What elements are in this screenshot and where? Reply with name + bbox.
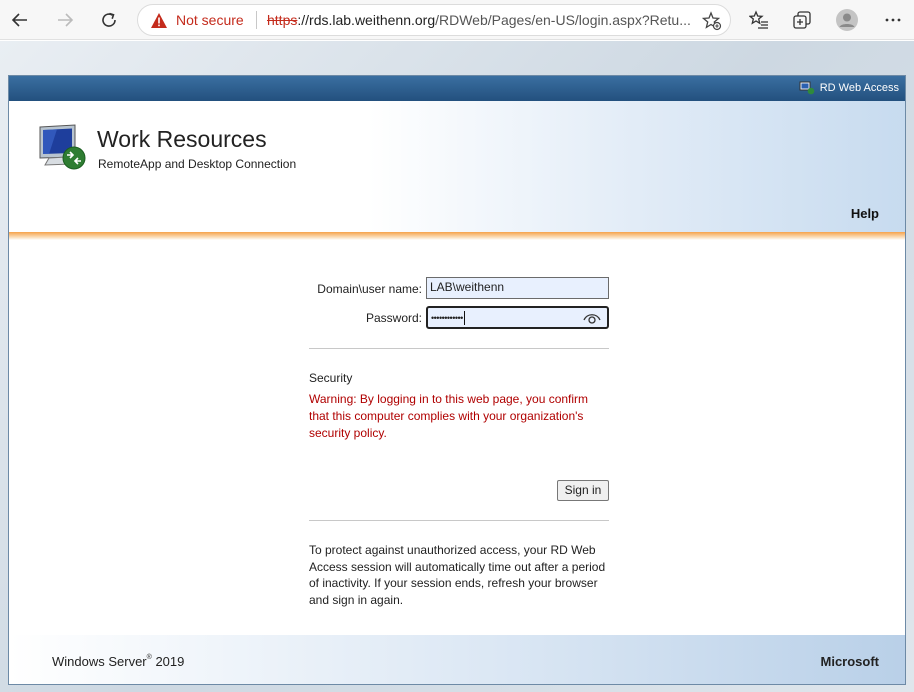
url-scheme: https <box>267 12 298 28</box>
collections-icon <box>793 11 811 29</box>
rdweb-frame: RD Web Access Work Resources RemoteApp a… <box>8 75 906 685</box>
reveal-password-icon[interactable] <box>583 311 601 328</box>
security-heading: Security <box>309 371 353 385</box>
settings-more-button[interactable] <box>878 5 908 35</box>
url-path: /RDWeb/Pages/en-US/login.aspx?Retu... <box>435 12 691 28</box>
username-input[interactable]: LAB\weithenn <box>426 277 609 299</box>
help-link[interactable]: Help <box>851 206 879 221</box>
remote-desktop-logo-icon <box>37 123 89 175</box>
rdweb-footer: Windows Server® 2019 Microsoft <box>9 635 905 684</box>
forward-button[interactable] <box>50 5 80 35</box>
password-input[interactable]: •••••••••••• <box>426 306 609 329</box>
favorites-button[interactable] <box>744 5 774 35</box>
windows-server-version: 2019 <box>155 654 185 669</box>
refresh-icon <box>102 12 116 27</box>
divider-top <box>309 348 609 349</box>
windows-server-label: Windows Server® 2019 <box>52 654 185 669</box>
rd-web-access-icon <box>799 81 815 95</box>
password-mask: •••••••••••• <box>431 313 463 323</box>
add-favorite-icon[interactable] <box>701 11 722 35</box>
security-status-label[interactable]: Not secure <box>176 12 244 28</box>
back-button[interactable] <box>5 5 35 35</box>
text-cursor <box>463 310 465 325</box>
refresh-button[interactable] <box>94 5 124 35</box>
security-warning-text: Warning: By logging in to this web page,… <box>309 392 589 440</box>
header-accent-bar <box>9 232 905 240</box>
page-title: Work Resources <box>97 126 267 152</box>
page-subtitle: RemoteApp and Desktop Connection <box>98 157 297 171</box>
collections-button[interactable] <box>787 5 817 35</box>
address-separator <box>256 11 257 29</box>
url-host: ://rds.lab.weithenn.org <box>297 12 436 28</box>
rdweb-top-bar: RD Web Access <box>9 76 905 101</box>
rdweb-header: Work Resources RemoteApp and Desktop Con… <box>9 101 905 232</box>
favorites-list-icon <box>749 10 768 29</box>
divider-bottom <box>309 520 609 521</box>
password-label: Password: <box>365 311 422 325</box>
profile-button[interactable] <box>832 5 862 35</box>
rd-web-access-link[interactable]: RD Web Access <box>799 81 899 95</box>
microsoft-logo-text: Microsoft <box>820 654 880 669</box>
ellipsis-icon <box>885 18 901 22</box>
url-text[interactable]: https://rds.lab.weithenn.org/RDWeb/Pages… <box>267 12 692 28</box>
username-label: Domain\user name: <box>317 282 422 296</box>
avatar-icon <box>836 9 858 31</box>
back-arrow-icon <box>11 13 27 27</box>
warning-triangle-icon[interactable] <box>150 12 168 33</box>
session-timeout-info: To protect against unauthorized access, … <box>309 543 606 607</box>
browser-toolbar: Not secure https://rds.lab.weithenn.org/… <box>0 0 914 40</box>
sign-in-button[interactable]: Sign in <box>557 480 609 501</box>
forward-arrow-icon <box>58 13 74 27</box>
rd-web-access-label: RD Web Access <box>819 82 899 94</box>
windows-server-product: Windows Server <box>52 654 147 669</box>
address-bar[interactable]: Not secure https://rds.lab.weithenn.org/… <box>137 4 731 36</box>
